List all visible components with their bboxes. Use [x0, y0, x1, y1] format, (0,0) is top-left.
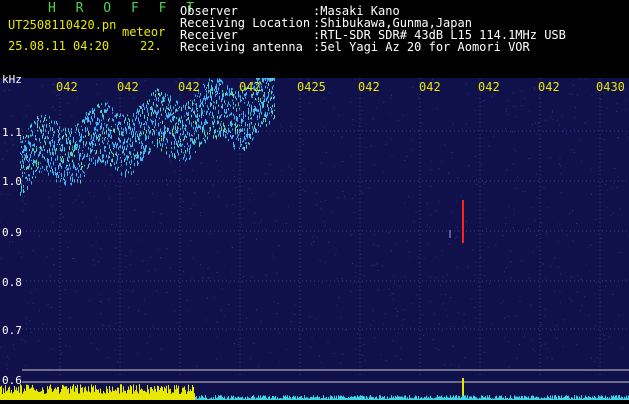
y-tick-6: 0.6 [2, 374, 22, 387]
y-tick-2: 1.0 [2, 175, 22, 188]
filename: UT2508110420.pn [8, 18, 117, 32]
level-histogram [0, 384, 629, 400]
x-tick-7: 042 [419, 80, 441, 94]
carrier-trace [20, 78, 275, 196]
unit-label: kHz [2, 73, 22, 86]
x-tick-3: 042 [178, 80, 200, 94]
x-tick-8: 042 [478, 80, 500, 94]
meteor-label: meteor [122, 25, 166, 39]
x-tick-10: 0430 [596, 80, 625, 94]
spectrogram-plot [0, 78, 629, 400]
x-tick-6: 042 [358, 80, 380, 94]
y-tick-4: 0.8 [2, 276, 22, 289]
header-panel: H R O F F T UT2508110420.pn meteor 25.08… [0, 0, 629, 78]
x-tick-5: 0425 [297, 80, 326, 94]
antenna-label: Receiving antenna [180, 40, 303, 54]
x-tick-1: 042 [56, 80, 78, 94]
spectrogram-panel [0, 78, 629, 400]
y-tick-3: 0.9 [2, 226, 22, 239]
datetime: 25.08.11 04:20 [8, 39, 110, 53]
x-tick-4: 042 [239, 80, 261, 94]
y-tick-5: 0.7 [2, 324, 22, 337]
app-title: H R O F F T [48, 1, 201, 16]
x-tick-2: 042 [117, 80, 139, 94]
y-tick-1: 1.1 [2, 126, 22, 139]
antenna-value: :5el Yagi Az 20 for Aomori VOR [313, 40, 530, 54]
x-tick-9: 042 [538, 80, 560, 94]
noise-speckle [0, 78, 628, 371]
meteor-count: 22. [140, 39, 162, 53]
